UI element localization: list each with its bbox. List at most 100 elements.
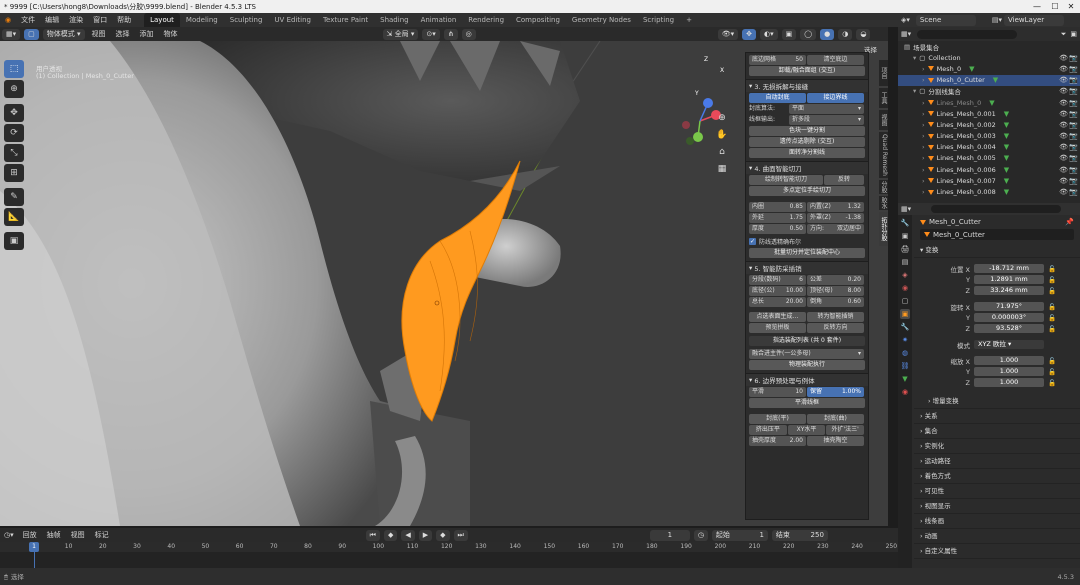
lock-icon[interactable]: 🔓 (1048, 287, 1056, 295)
draw-knife-button[interactable]: 绘制转智能切刀 (749, 175, 823, 185)
outliner-item[interactable]: ▾ ▢ Collection 👁 📷 (898, 52, 1080, 63)
lock-icon[interactable]: 🔓 (1048, 379, 1056, 387)
render-camera-icon[interactable]: 📷 (1069, 154, 1078, 162)
expand-icon[interactable]: › (922, 65, 925, 73)
expand-icon[interactable]: › (922, 166, 925, 174)
menu-file[interactable]: 文件 (16, 13, 40, 27)
properties-section[interactable]: › 运动路径 (914, 454, 1080, 469)
snap-icon[interactable]: ⋔ (443, 28, 458, 40)
new-collection-icon[interactable]: ▣ (1070, 30, 1077, 38)
play-reverse-icon[interactable]: ◀ (401, 529, 415, 541)
tab-compositing[interactable]: Compositing (510, 13, 566, 27)
gizmo-x-label[interactable]: X (720, 67, 724, 74)
unload-merge-button[interactable]: 卸载/融合面组 (交互) (749, 66, 865, 76)
render-camera-icon[interactable]: 📷 (1069, 143, 1078, 151)
scene-icon[interactable]: ◈▾ (901, 16, 910, 24)
visibility-eye-icon[interactable]: 👁 (1059, 121, 1068, 129)
tab-rendering[interactable]: Rendering (462, 13, 510, 27)
render-tab-icon[interactable]: ▣ (900, 231, 910, 241)
outliner-item[interactable]: › Lines_Mesh_0.002 ▼ 👁 📷 (898, 119, 1080, 130)
lock-icon[interactable]: 🔓 (1048, 357, 1056, 365)
render-camera-icon[interactable]: 📷 (1069, 99, 1078, 107)
menu-window[interactable]: 窗口 (88, 13, 112, 27)
select-mode-icon[interactable]: ▢ (24, 28, 39, 40)
visibility-eye-icon[interactable]: 👁 (1059, 65, 1068, 73)
segments-field[interactable]: 分段(数码) 6 (749, 275, 806, 285)
mesh-data-icon[interactable]: ▼ (1004, 143, 1009, 151)
data-tab-icon[interactable]: ▼ (900, 374, 910, 384)
expand-icon[interactable]: › (922, 76, 925, 84)
properties-section[interactable]: › 可见性 (914, 484, 1080, 499)
outliner-item[interactable]: › Lines_Mesh_0.006 ▼ 👁 📷 (898, 164, 1080, 175)
render-camera-icon[interactable]: 📷 (1069, 121, 1078, 129)
tab-texture-paint[interactable]: Texture Paint (317, 13, 374, 27)
preview-range-icon[interactable]: ◷ (693, 529, 708, 541)
preview-board-button[interactable]: 预览拼板 (749, 323, 806, 333)
tab-uv-editing[interactable]: UV Editing (268, 13, 317, 27)
outliner-item[interactable]: ▾ ▢ 分割线集合 👁 📷 (898, 86, 1080, 97)
view-layer-tab-icon[interactable]: ▤ (900, 257, 910, 267)
rotation-z-field[interactable]: 93.528° (974, 324, 1044, 333)
lock-icon[interactable]: 🔓 (1048, 368, 1056, 376)
add-workspace-button[interactable]: + (680, 13, 698, 27)
menu-help[interactable]: 帮助 (112, 13, 136, 27)
render-camera-icon[interactable]: 📷 (1069, 166, 1078, 174)
cursor-tool-icon[interactable]: ⊕ (4, 80, 24, 98)
reverse-direction-button[interactable]: 反转方向 (807, 323, 864, 333)
mesh-data-icon[interactable]: ▼ (1004, 121, 1009, 129)
section-6-header[interactable]: ▾ 6. 边界预处理与例体 (746, 373, 868, 386)
tl-menu-keying[interactable]: 抽帧 (42, 528, 66, 542)
end-frame-field[interactable]: 结束 250 (771, 529, 828, 541)
collection-tab-icon[interactable]: ▢ (900, 296, 910, 306)
side-tab-fenjiao[interactable]: 分胶 (879, 180, 888, 194)
vp-menu-object[interactable]: 物体 (159, 27, 183, 41)
visibility-eye-icon[interactable]: 👁 (1059, 154, 1068, 162)
lock-icon[interactable]: 🔓 (1048, 325, 1056, 333)
scale-x-field[interactable]: 1.000 (974, 356, 1044, 365)
annotate-tool-icon[interactable]: ✎ (4, 188, 24, 206)
tab-shading[interactable]: Shading (374, 13, 414, 27)
menu-render[interactable]: 渲染 (64, 13, 88, 27)
render-camera-icon[interactable]: 📷 (1069, 110, 1078, 118)
location-x-field[interactable]: -18.712 mm (974, 264, 1044, 273)
gizmo-toggle-icon[interactable]: ✥ (742, 28, 757, 40)
expand-icon[interactable]: ▾ (913, 87, 916, 95)
outliner-search-input[interactable] (917, 29, 1018, 39)
visibility-eye-icon[interactable]: 👁 (1059, 110, 1068, 118)
pivot-icon[interactable]: ⊙▾ (422, 28, 440, 40)
expand-normal-toggle[interactable]: 外扩'法三' (826, 425, 865, 435)
timeline-ruler[interactable]: 1102030405060708090100110120130140150160… (0, 542, 898, 552)
mesh-data-icon[interactable]: ▼ (989, 99, 994, 107)
outer-z-field[interactable]: 外罩(Z) -1.38 (807, 213, 864, 223)
render-camera-icon[interactable]: 📷 (1069, 177, 1078, 185)
object-tab-icon[interactable]: ▣ (900, 309, 910, 319)
outliner-item[interactable]: › Lines_Mesh_0.007 ▼ 👁 📷 (898, 175, 1080, 186)
mesh-data-icon[interactable]: ▼ (1004, 132, 1009, 140)
tab-auto-cap[interactable]: 自动封底 (749, 93, 806, 103)
zoom-icon[interactable]: ⊕ (715, 110, 729, 127)
properties-section[interactable]: › 动画 (914, 529, 1080, 544)
start-frame-field[interactable]: 起始 1 (711, 529, 768, 541)
prev-key-icon[interactable]: ◆ (383, 529, 398, 541)
section-3-header[interactable]: ▾ 3. 无损拆解与接缝 (746, 79, 868, 92)
rotation-y-field[interactable]: 0.000003° (974, 313, 1044, 322)
vp-menu-select[interactable]: 选择 (111, 27, 135, 41)
move-tool-icon[interactable]: ✥ (4, 104, 24, 122)
expand-icon[interactable]: › (922, 121, 925, 129)
flip-knife-button[interactable]: 反转 (824, 175, 864, 185)
object-mode-dropdown[interactable]: 物体模式 ▾ (42, 28, 85, 40)
shell-thickness-field[interactable]: 抽壳厚度 2.00 (749, 436, 806, 446)
multipoint-knife-button[interactable]: 多点定位手绘切刀 (749, 186, 865, 196)
batch-split-button[interactable]: 批量切分并定位装配中心 (749, 248, 865, 258)
keep-percent-field[interactable]: 保留 1.00% (807, 387, 864, 397)
boolean-check-row[interactable]: ✓ 防线透精确布尔 (749, 236, 865, 246)
location-y-field[interactable]: 1.2891 mm (974, 275, 1044, 284)
mesh-data-icon[interactable]: ▼ (1004, 154, 1009, 162)
physics-tab-icon[interactable]: ◍ (900, 348, 910, 358)
visibility-eye-icon[interactable]: 👁 (1059, 87, 1068, 95)
material-tab-icon[interactable]: ◉ (900, 387, 910, 397)
object-datablock-field[interactable]: Mesh_0_Cutter (920, 229, 1074, 240)
visibility-eye-icon[interactable]: 👁 (1059, 166, 1068, 174)
outliner-item[interactable]: › Lines_Mesh_0.003 ▼ 👁 📷 (898, 131, 1080, 142)
outliner-item[interactable]: › Mesh_0_Cutter ▼ 👁 📷 (898, 74, 1080, 86)
